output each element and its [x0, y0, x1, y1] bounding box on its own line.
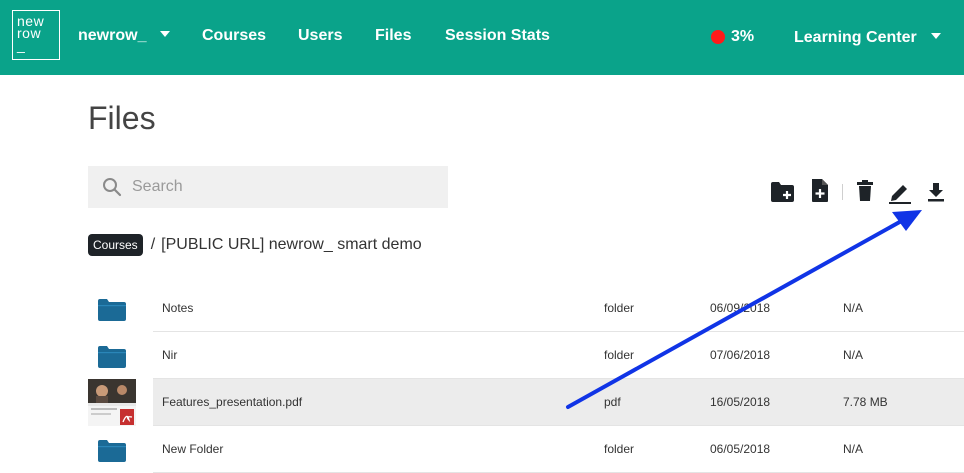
recording-dot-icon [711, 30, 725, 44]
file-row[interactable]: Nir folder 07/06/2018 N/A [88, 332, 964, 379]
recording-percent: 3% [731, 28, 755, 45]
file-type: folder [604, 301, 635, 315]
top-nav-bar: new row _ newrow_ Courses Users Files Se… [0, 0, 964, 75]
file-name: Nir [162, 348, 178, 362]
breadcrumb-separator: / [150, 236, 156, 253]
file-date: 07/06/2018 [710, 348, 771, 362]
breadcrumb: Courses / [PUBLIC URL] newrow_ smart dem… [88, 233, 422, 257]
folder-icon [98, 440, 126, 462]
account-dropdown[interactable]: Learning Center [794, 29, 941, 47]
toolbar-divider [842, 184, 843, 200]
breadcrumb-courses[interactable]: Courses [88, 234, 143, 256]
search-input[interactable] [132, 166, 432, 208]
pdf-thumbnail-icon [88, 379, 136, 426]
folder-icon [98, 346, 126, 368]
page-title: Files [88, 100, 156, 136]
nav-session-stats[interactable]: Session Stats [445, 27, 550, 45]
account-label: Learning Center [794, 29, 917, 46]
file-type: folder [604, 442, 635, 456]
file-row[interactable]: New Folder folder 06/05/2018 N/A [88, 426, 964, 473]
file-name: Notes [162, 301, 194, 315]
file-name: New Folder [162, 442, 224, 456]
file-size: N/A [843, 442, 864, 456]
folder-icon [98, 299, 126, 321]
file-size: N/A [843, 301, 864, 315]
org-label: newrow_ [78, 27, 147, 44]
download-icon[interactable] [926, 182, 946, 202]
file-type: pdf [604, 395, 621, 409]
file-row[interactable]: Features_presentation.pdf pdf 16/05/2018… [88, 379, 964, 426]
file-date: 06/09/2018 [710, 301, 771, 315]
file-row[interactable]: Notes folder 06/09/2018 N/A [88, 285, 964, 332]
nav-courses[interactable]: Courses [202, 27, 266, 45]
file-date: 16/05/2018 [710, 395, 771, 409]
file-size: 7.78 MB [843, 395, 888, 409]
file-date: 06/05/2018 [710, 442, 771, 456]
nav-files[interactable]: Files [375, 27, 411, 45]
breadcrumb-current: [PUBLIC URL] newrow_ smart demo [161, 236, 422, 253]
org-dropdown[interactable]: newrow_ [78, 27, 171, 45]
rename-icon[interactable] [888, 180, 912, 204]
newrow-logo[interactable]: new row _ [12, 10, 60, 60]
file-name: Features_presentation.pdf [162, 395, 303, 409]
file-type: folder [604, 348, 635, 362]
search-icon [103, 178, 122, 197]
chevron-down-icon [930, 33, 941, 40]
nav-users[interactable]: Users [298, 27, 342, 45]
delete-icon[interactable] [856, 180, 874, 202]
new-file-icon[interactable] [810, 178, 830, 203]
search-box [88, 166, 448, 208]
new-folder-icon[interactable] [770, 181, 796, 203]
chevron-down-icon [160, 31, 171, 38]
file-size: N/A [843, 348, 864, 362]
